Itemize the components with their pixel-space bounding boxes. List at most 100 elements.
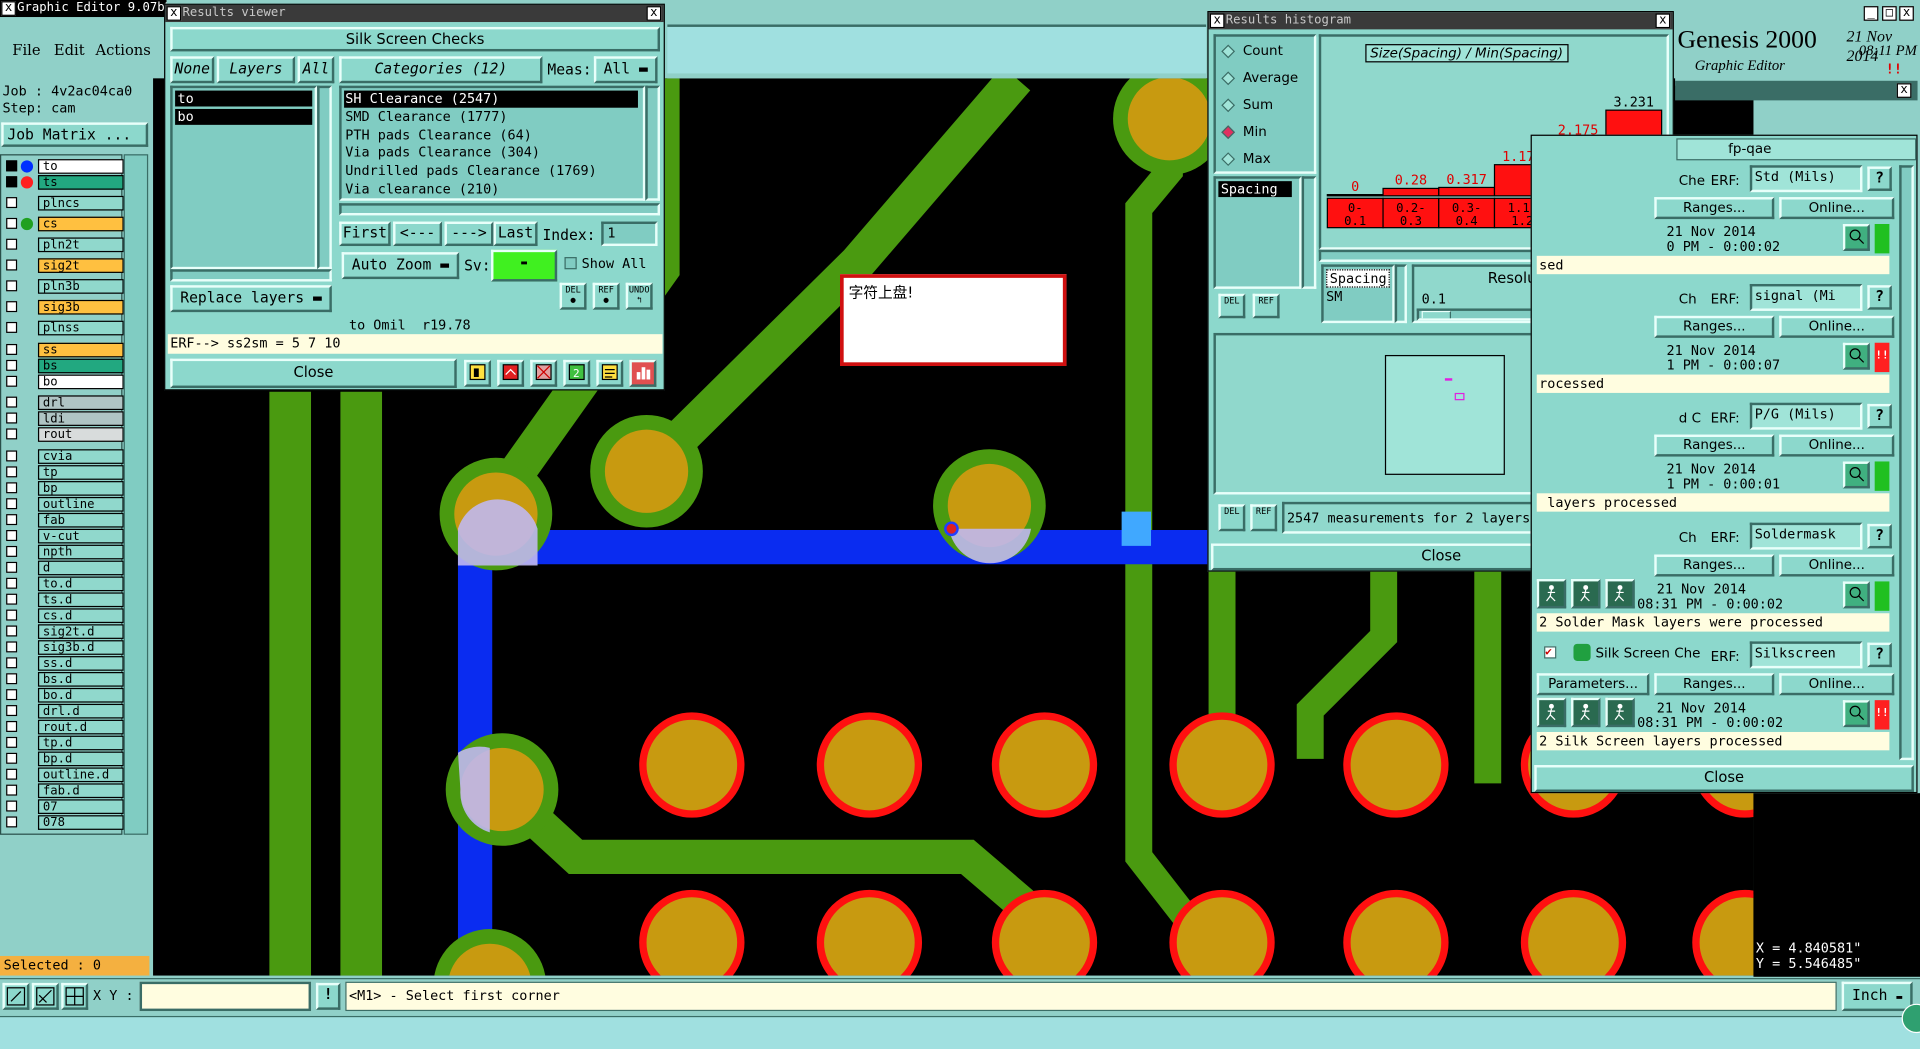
layer-row[interactable]: outline.d	[6, 767, 124, 783]
histogram-del-button[interactable]: DEL	[1218, 293, 1246, 319]
layer-name[interactable]: sig3b	[37, 299, 124, 315]
layer-checkbox[interactable]	[6, 482, 18, 494]
zoom-result-button[interactable]	[1842, 223, 1870, 251]
results-viewer-close-button[interactable]: Close	[170, 358, 457, 389]
layer-checkbox[interactable]	[6, 689, 18, 701]
layer-name[interactable]: d	[37, 560, 124, 576]
attr-sm[interactable]: SM	[1326, 289, 1342, 305]
layer-name[interactable]: drl.d	[37, 703, 124, 719]
layer-row[interactable]: ts	[6, 175, 124, 190]
mode-min-radio[interactable]: Min	[1221, 122, 1314, 142]
online-button[interactable]: Online...	[1779, 672, 1895, 696]
category-item[interactable]: SH Clearance (2547)	[344, 90, 638, 108]
layer-list-scroll[interactable]	[123, 154, 149, 835]
category-item[interactable]: Via clearance (210)	[344, 181, 638, 198]
layer-checkbox[interactable]	[6, 561, 18, 573]
analysis-scroll[interactable]	[1899, 165, 1914, 761]
layer-row[interactable]: drl	[6, 395, 124, 411]
index-field[interactable]: 1	[601, 221, 658, 247]
layer-checkbox[interactable]	[6, 321, 18, 333]
job-matrix-button[interactable]: Job Matrix ...	[1, 122, 149, 147]
ranges-button[interactable]: Ranges...	[1654, 435, 1775, 458]
layer-row[interactable]: bs	[6, 358, 124, 374]
layer-checkbox[interactable]	[6, 238, 18, 250]
help-button[interactable]: ?	[1867, 166, 1892, 191]
layer-row[interactable]: npth	[6, 544, 124, 560]
layer-row[interactable]: sig2t.d	[6, 624, 124, 639]
layer-row[interactable]: ss.d	[6, 656, 124, 671]
layers-button[interactable]: Layers	[216, 56, 296, 84]
run-icon[interactable]	[1536, 578, 1567, 608]
layer-name[interactable]: bo.d	[37, 687, 124, 703]
histogram-bar[interactable]	[1438, 186, 1496, 197]
category-item[interactable]: Via pads Clearance (304)	[344, 145, 638, 162]
zoom-result-button[interactable]	[1842, 342, 1870, 370]
run-all-icon[interactable]	[1571, 697, 1601, 727]
layer-checkbox[interactable]	[6, 625, 18, 637]
layer-name[interactable]: tp.d	[37, 735, 124, 751]
zoom-result-button[interactable]	[1842, 461, 1870, 489]
results-viewer-title-bar[interactable]: Results viewer	[165, 4, 664, 23]
prev-button[interactable]: <---	[393, 221, 443, 247]
layer-name[interactable]: cs	[37, 216, 124, 232]
layer-row[interactable]: fab	[6, 512, 124, 528]
resolution-slider-thumb[interactable]	[1421, 310, 1452, 319]
layer-row[interactable]: rout.d	[6, 719, 124, 735]
layer-row[interactable]: outline	[6, 496, 124, 512]
tool-icon-3[interactable]	[530, 359, 558, 387]
category-item[interactable]: SMD Clearance (1777)	[344, 109, 638, 126]
layer-name[interactable]: bp	[37, 481, 124, 496]
layer-name[interactable]: tp	[37, 465, 124, 480]
layer-checkbox[interactable]	[6, 450, 18, 462]
layer-row[interactable]: bp.d	[6, 751, 124, 767]
tool-icon-5[interactable]	[596, 359, 624, 387]
ref-button[interactable]: REF ●	[592, 282, 620, 310]
layer-row[interactable]: sig3b	[6, 299, 124, 315]
units-select[interactable]: Inch ▬	[1841, 981, 1913, 1012]
layer-row[interactable]: plncs	[6, 195, 124, 211]
layer-checkbox[interactable]	[6, 514, 18, 526]
layer-name[interactable]: to	[37, 159, 124, 174]
layer-row[interactable]: cvia	[6, 449, 124, 464]
layer-checkbox[interactable]	[6, 301, 18, 313]
main-title-bar[interactable]: Graphic Editor 9.07b2	[0, 0, 167, 18]
last-button[interactable]: Last	[493, 221, 538, 247]
layer-row[interactable]: ss	[6, 342, 124, 358]
help-button[interactable]: ?	[1867, 285, 1892, 310]
layer-checkbox[interactable]	[6, 816, 18, 828]
layer-name[interactable]: cvia	[37, 449, 124, 464]
layer-checkbox[interactable]	[6, 752, 18, 764]
online-button[interactable]: Online...	[1779, 197, 1895, 220]
analysis-close-button[interactable]: Close	[1534, 765, 1914, 792]
layer-row[interactable]: rout	[6, 427, 124, 442]
layer-name[interactable]: outline	[37, 496, 124, 512]
erf-field[interactable]: Soldermask	[1749, 522, 1863, 550]
layer-name[interactable]: rout	[37, 427, 124, 442]
tool-select-button[interactable]	[2, 982, 30, 1010]
category-item[interactable]: Undrilled pads Clearance (1769)	[344, 163, 638, 180]
histogram-close-icon[interactable]: x	[1655, 13, 1671, 29]
histogram-ref-button[interactable]: REF	[1252, 293, 1280, 319]
layer-name[interactable]: ts.d	[37, 592, 124, 608]
layer-name[interactable]: ss.d	[37, 656, 124, 671]
layer-name[interactable]: plncs	[37, 195, 124, 211]
layer-row[interactable]: bs.d	[6, 671, 124, 687]
category-list-hscroll[interactable]	[339, 203, 661, 216]
layer-checkbox[interactable]	[6, 428, 18, 440]
next-button[interactable]: --->	[444, 221, 494, 247]
mode-max-radio[interactable]: Max	[1221, 149, 1314, 169]
layer-checkbox[interactable]	[6, 609, 18, 621]
tool-icon-6[interactable]	[629, 359, 657, 387]
layer-row[interactable]: cs.d	[6, 608, 124, 624]
mode-count-radio[interactable]: Count	[1221, 42, 1314, 62]
zoom-result-button[interactable]	[1842, 580, 1870, 608]
menu-actions[interactable]: Actions	[96, 42, 151, 59]
ranges-button[interactable]: Ranges...	[1654, 672, 1775, 696]
histogram-del-button-2[interactable]: DEL	[1218, 504, 1246, 532]
layer-name[interactable]: drl	[37, 395, 124, 411]
layer-results-scroll[interactable]	[317, 85, 332, 270]
layer-checkbox[interactable]	[6, 217, 18, 229]
histogram-attr-list-2-scroll[interactable]	[1394, 264, 1407, 324]
undo-button[interactable]: UNDO ↰	[625, 282, 653, 310]
layer-checkbox[interactable]	[6, 280, 18, 292]
